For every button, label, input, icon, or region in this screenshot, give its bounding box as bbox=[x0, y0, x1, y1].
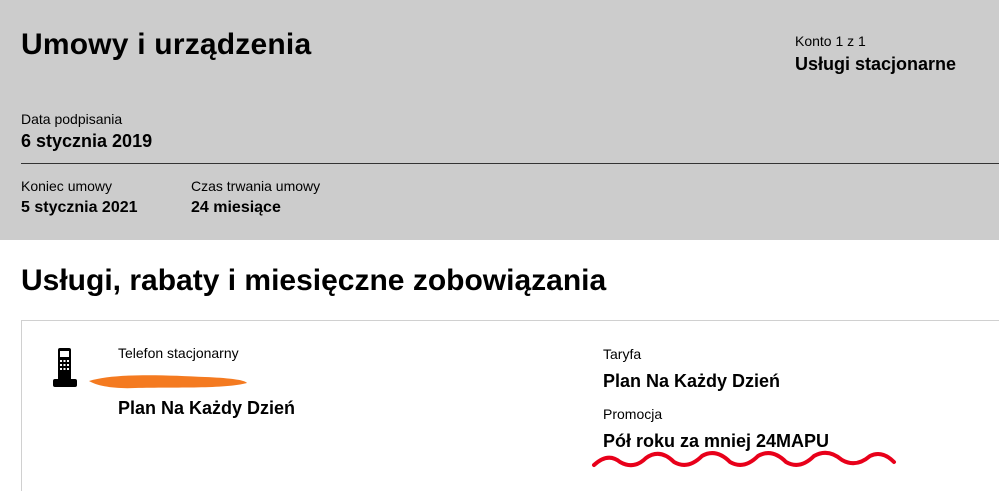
end-date-value: 5 stycznia 2021 bbox=[21, 199, 138, 216]
signed-date-value: 6 stycznia 2019 bbox=[21, 131, 153, 151]
end-date-label: Koniec umowy bbox=[21, 178, 113, 194]
account-type: Usługi stacjonarne bbox=[795, 54, 957, 74]
signed-date-label: Data podpisania bbox=[21, 111, 123, 127]
redaction-mark bbox=[89, 375, 247, 389]
service-plan-name: Plan Na Każdy Dzień bbox=[118, 398, 296, 418]
service-type-label: Telefon stacjonarny bbox=[118, 345, 239, 361]
tariff-label: Taryfa bbox=[603, 346, 642, 362]
tariff-value: Plan Na Każdy Dzień bbox=[603, 371, 781, 391]
contract-header: Umowy i urządzenia Konto 1 z 1 Usługi st… bbox=[0, 0, 999, 240]
header-divider bbox=[21, 163, 999, 164]
landline-phone-icon bbox=[53, 348, 77, 387]
duration-label: Czas trwania umowy bbox=[191, 178, 321, 194]
promotion-label: Promocja bbox=[603, 406, 663, 422]
duration-value: 24 miesiące bbox=[191, 199, 281, 216]
account-counter: Konto 1 z 1 bbox=[795, 33, 866, 49]
services-section-title: Usługi, rabaty i miesięczne zobowiązania bbox=[21, 264, 607, 297]
page-title: Umowy i urządzenia bbox=[21, 28, 312, 61]
red-squiggle-annotation bbox=[592, 450, 896, 468]
